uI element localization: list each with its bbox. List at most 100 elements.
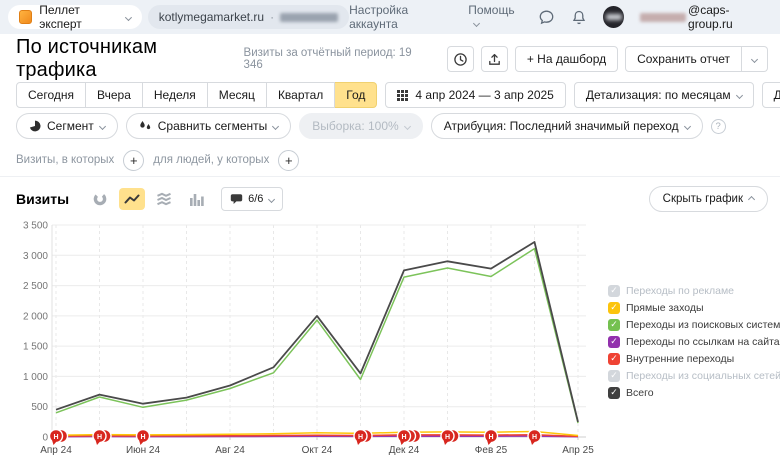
page-title: По источникам трафика bbox=[16, 36, 244, 82]
date-range-button[interactable]: 4 апр 2024 — 3 апр 2025 bbox=[385, 82, 565, 108]
svg-text:Апр 24: Апр 24 bbox=[40, 445, 72, 456]
period-button[interactable]: Квартал bbox=[267, 82, 335, 108]
chart-legend: ✓ Переходы по рекламе ✓Прямые заходы ✓Перех… bbox=[608, 284, 776, 403]
legend-label: Переходы из социальных сетей bbox=[626, 370, 780, 382]
counter-logo-icon bbox=[19, 10, 32, 24]
user-email[interactable]: @caps-group.ru bbox=[640, 3, 768, 31]
line-chart-canvas[interactable]: 05001 0001 5002 0002 5003 0003 500Апр 24… bbox=[8, 216, 596, 468]
export-icon bbox=[487, 52, 502, 67]
user-avatar[interactable] bbox=[603, 6, 623, 28]
chevron-down-icon bbox=[751, 55, 758, 62]
visits-condition-label: Визиты, в которых bbox=[16, 154, 114, 166]
stacked-area-type-button[interactable] bbox=[151, 188, 177, 210]
add-visit-condition-button[interactable]: + bbox=[123, 150, 144, 171]
conditions-row: Визиты, в которых + для людей, у которых… bbox=[16, 149, 299, 171]
legend-item[interactable]: ✓ Всего bbox=[608, 386, 776, 399]
line-chart-type-button[interactable] bbox=[119, 188, 145, 210]
clock-icon bbox=[453, 52, 468, 67]
counter-switcher[interactable]: Пеллет эксперт bbox=[8, 5, 142, 29]
site-domain-pill[interactable]: kotlymegamarket.ru · bbox=[148, 5, 349, 29]
comment-icon bbox=[230, 193, 243, 205]
chat-icon[interactable] bbox=[538, 8, 555, 26]
compare-segments-icon bbox=[139, 120, 152, 132]
save-report-split-button: Сохранить отчет bbox=[625, 46, 768, 72]
bar-chart-type-button[interactable] bbox=[183, 188, 209, 210]
svg-text:2 000: 2 000 bbox=[23, 311, 48, 322]
legend-checkbox-icon[interactable]: ✓ bbox=[608, 302, 620, 314]
legend-checkbox-icon[interactable]: ✓ bbox=[608, 353, 620, 365]
annotations-count: 6/6 bbox=[248, 193, 263, 205]
legend-checkbox-icon[interactable]: ✓ bbox=[608, 285, 620, 297]
metric-label: Визиты bbox=[16, 191, 69, 207]
legend-label: Переходы из поисковых систем bbox=[626, 319, 780, 331]
sampling-dropdown[interactable]: Выборка: 100% bbox=[299, 113, 422, 139]
traffic-chart[interactable]: 05001 0001 5002 0002 5003 0003 500Апр 24… bbox=[8, 216, 596, 468]
legend-item[interactable]: ✓ Переходы по рекламе bbox=[608, 284, 776, 297]
history-clock-button[interactable] bbox=[447, 46, 474, 72]
dot-separator: · bbox=[270, 10, 274, 24]
chevron-down-icon bbox=[125, 14, 132, 21]
chevron-down-icon bbox=[268, 195, 275, 202]
svg-text:3 500: 3 500 bbox=[23, 221, 48, 232]
help-menu[interactable]: Помощь bbox=[468, 3, 521, 31]
save-report-button[interactable]: Сохранить отчет bbox=[625, 46, 742, 72]
legend-label: Внутренние переходы bbox=[626, 353, 734, 365]
compare-segments-dropdown[interactable]: Сравнить сегменты bbox=[126, 113, 292, 139]
svg-text:Н: Н bbox=[358, 434, 363, 441]
detalization-dropdown[interactable]: Детализация: по месяцам bbox=[574, 82, 754, 108]
visits-period-label: Визиты за отчётный период: 19 346 bbox=[244, 47, 434, 71]
chevron-up-icon bbox=[748, 195, 755, 202]
chevron-down-icon bbox=[272, 122, 279, 129]
legend-checkbox-icon[interactable]: ✓ bbox=[608, 336, 620, 348]
save-report-dropdown-button[interactable] bbox=[742, 46, 768, 72]
notifications-bell-icon[interactable] bbox=[571, 8, 588, 26]
data-mode-dropdown[interactable]: Данные: с роботами bbox=[762, 82, 780, 108]
legend-item[interactable]: ✓Переходы из социальных сетей bbox=[608, 369, 776, 382]
svg-text:Н: Н bbox=[97, 434, 102, 441]
bar-chart-icon bbox=[189, 193, 204, 206]
period-button[interactable]: Вчера bbox=[86, 82, 143, 108]
svg-text:3 000: 3 000 bbox=[23, 251, 48, 262]
legend-item[interactable]: ✓Переходы из поисковых систем bbox=[608, 318, 776, 331]
period-button[interactable]: Месяц bbox=[208, 82, 267, 108]
legend-label: Переходы по рекламе bbox=[626, 285, 734, 297]
legend-label: Переходы по ссылкам на сайтах bbox=[626, 336, 780, 348]
legend-item[interactable]: ✓Прямые заходы bbox=[608, 301, 776, 314]
add-to-dashboard-button[interactable]: + На дашборд bbox=[515, 46, 618, 72]
legend-checkbox-icon[interactable]: ✓ bbox=[608, 387, 620, 399]
svg-text:Окт 24: Окт 24 bbox=[302, 445, 333, 456]
period-button[interactable]: Сегодня bbox=[16, 82, 86, 108]
period-button[interactable]: Неделя bbox=[143, 82, 208, 108]
legend-label: Всего bbox=[626, 387, 654, 399]
svg-text:Фев 25: Фев 25 bbox=[475, 445, 508, 456]
attribution-dropdown[interactable]: Атрибуция: Последний значимый переход bbox=[431, 113, 703, 139]
segment-dropdown[interactable]: Сегмент bbox=[16, 113, 118, 139]
pie-chart-type-button[interactable] bbox=[87, 188, 113, 210]
chevron-down-icon bbox=[684, 122, 691, 129]
svg-text:Н: Н bbox=[532, 434, 537, 441]
legend-checkbox-icon[interactable]: ✓ bbox=[608, 319, 620, 331]
add-people-condition-button[interactable]: + bbox=[278, 150, 299, 171]
line-chart-icon bbox=[124, 193, 140, 205]
site-domain: kotlymegamarket.ru bbox=[159, 10, 264, 24]
calendar-grid-icon bbox=[397, 90, 408, 101]
legend-item[interactable]: ✓ Внутренние переходы bbox=[608, 352, 776, 365]
chevron-down-icon bbox=[473, 20, 480, 27]
svg-text:Н: Н bbox=[401, 434, 406, 441]
period-filter-row: СегодняВчераНеделяМесяцКварталГод 4 апр … bbox=[16, 82, 780, 108]
export-button[interactable] bbox=[481, 46, 508, 72]
help-icon[interactable]: ? bbox=[711, 119, 726, 134]
svg-text:1 500: 1 500 bbox=[23, 342, 48, 353]
svg-text:2 500: 2 500 bbox=[23, 281, 48, 292]
account-settings-link[interactable]: Настройка аккаунта bbox=[349, 3, 452, 31]
chart-header: Визиты 6/6 Скрыть график bbox=[16, 186, 768, 212]
redacted-counter-id bbox=[280, 13, 338, 22]
legend-item[interactable]: ✓Переходы по ссылкам на сайтах bbox=[608, 335, 776, 348]
counter-name: Пеллет эксперт bbox=[39, 3, 120, 31]
hide-chart-button[interactable]: Скрыть график bbox=[649, 186, 768, 212]
annotations-dropdown[interactable]: 6/6 bbox=[221, 187, 283, 211]
svg-text:Апр 25: Апр 25 bbox=[562, 445, 594, 456]
period-button[interactable]: Год bbox=[335, 82, 377, 108]
legend-checkbox-icon[interactable]: ✓ bbox=[608, 370, 620, 382]
pie-chart-icon bbox=[93, 192, 107, 206]
